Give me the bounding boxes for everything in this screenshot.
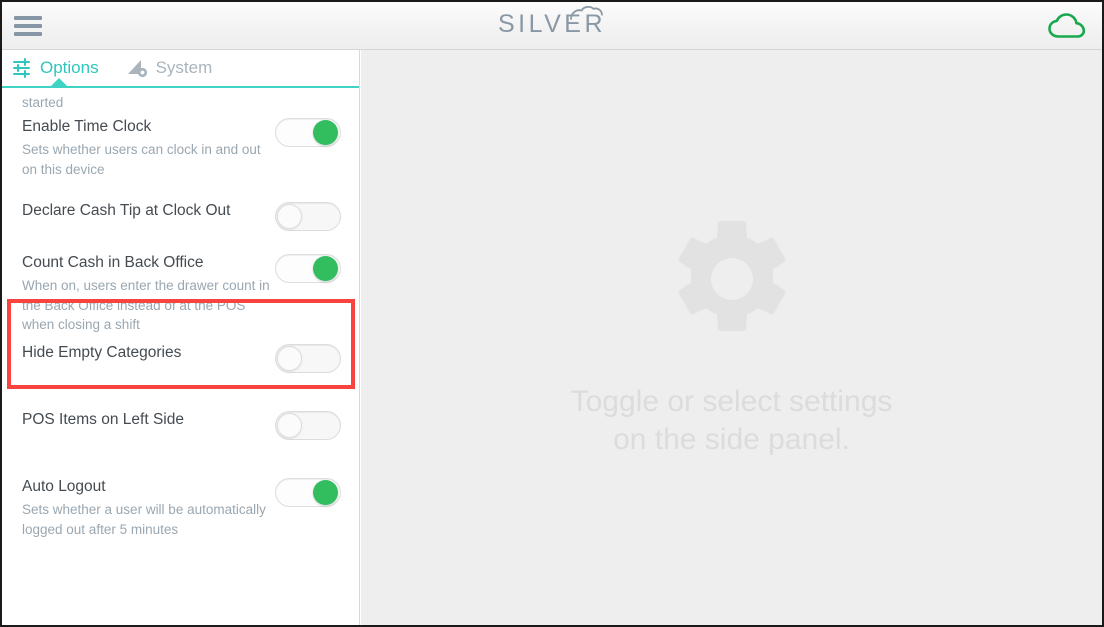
gear-icon [670, 217, 794, 341]
signal-gear-icon [127, 58, 149, 78]
setting-row-pin-required[interactable]: Sets whether the device requires users t… [2, 88, 359, 110]
app-header: SILVER [2, 2, 1102, 50]
settings-list: Sets whether the device requires users t… [2, 88, 359, 625]
toggle-knob [277, 413, 302, 438]
sidebar-tabs: Options System [2, 50, 359, 88]
setting-row-declare-cash-tip[interactable]: Declare Cash Tip at Clock Out [2, 190, 359, 242]
tab-options-label: Options [40, 58, 99, 77]
tab-system[interactable]: System [117, 50, 231, 86]
setting-row-enable-time-clock[interactable]: Enable Time Clock Sets whether users can… [2, 106, 359, 190]
brand-logo: SILVER [2, 5, 1102, 39]
tab-system-label: System [155, 58, 213, 77]
setting-toggle[interactable] [275, 254, 341, 283]
setting-title: POS Items on Left Side [22, 411, 184, 428]
setting-description: Sets whether users can clock in and out … [22, 142, 261, 177]
hamburger-bar [14, 24, 42, 28]
toggle-knob [277, 346, 302, 371]
empty-state-message: Toggle or select settings on the side pa… [571, 383, 893, 459]
setting-row-auto-logout[interactable]: Auto Logout Sets whether a user will be … [2, 466, 359, 556]
setting-title: Auto Logout [22, 478, 106, 495]
main-empty-panel: Toggle or select settings on the side pa… [361, 50, 1102, 625]
toggle-knob [277, 204, 302, 229]
active-tab-indicator [50, 78, 68, 87]
setting-title: Declare Cash Tip at Clock Out [22, 202, 231, 219]
setting-title: Enable Time Clock [22, 118, 152, 135]
app-window: SILVER Options System started Enable Tim… [0, 0, 1104, 627]
cloud-outline-mark [570, 5, 604, 26]
toggle-knob [313, 480, 338, 505]
setting-row-hide-empty-categories[interactable]: Hide Empty Categories [2, 332, 359, 399]
setting-toggle[interactable] [275, 411, 341, 440]
hamburger-bar [14, 32, 42, 36]
setting-toggle[interactable] [275, 202, 341, 231]
toggle-knob [313, 256, 338, 281]
tune-sliders-icon [13, 58, 33, 78]
hamburger-bar [14, 16, 42, 20]
setting-title: Hide Empty Categories [22, 344, 182, 361]
empty-state-line-1: Toggle or select settings [570, 384, 893, 418]
setting-description: When on, users enter the drawer count in… [22, 278, 270, 332]
setting-toggle[interactable] [275, 344, 341, 373]
hamburger-menu-icon[interactable] [14, 15, 42, 37]
cloud-icon[interactable] [1048, 13, 1088, 39]
setting-row-pos-items-left-side[interactable]: POS Items on Left Side [2, 399, 359, 466]
setting-description: Sets whether a user will be automaticall… [22, 502, 266, 537]
setting-title: Count Cash in Back Office [22, 254, 204, 271]
toggle-knob [313, 120, 338, 145]
setting-toggle[interactable] [275, 118, 341, 147]
setting-row-count-cash-back-office[interactable]: Count Cash in Back Office When on, users… [2, 242, 359, 332]
setting-toggle[interactable] [275, 478, 341, 507]
settings-sidebar: Options System Sets whether [2, 50, 360, 625]
logo-text: SILVER [497, 10, 607, 38]
empty-state-line-2: on the side panel. [613, 422, 850, 456]
